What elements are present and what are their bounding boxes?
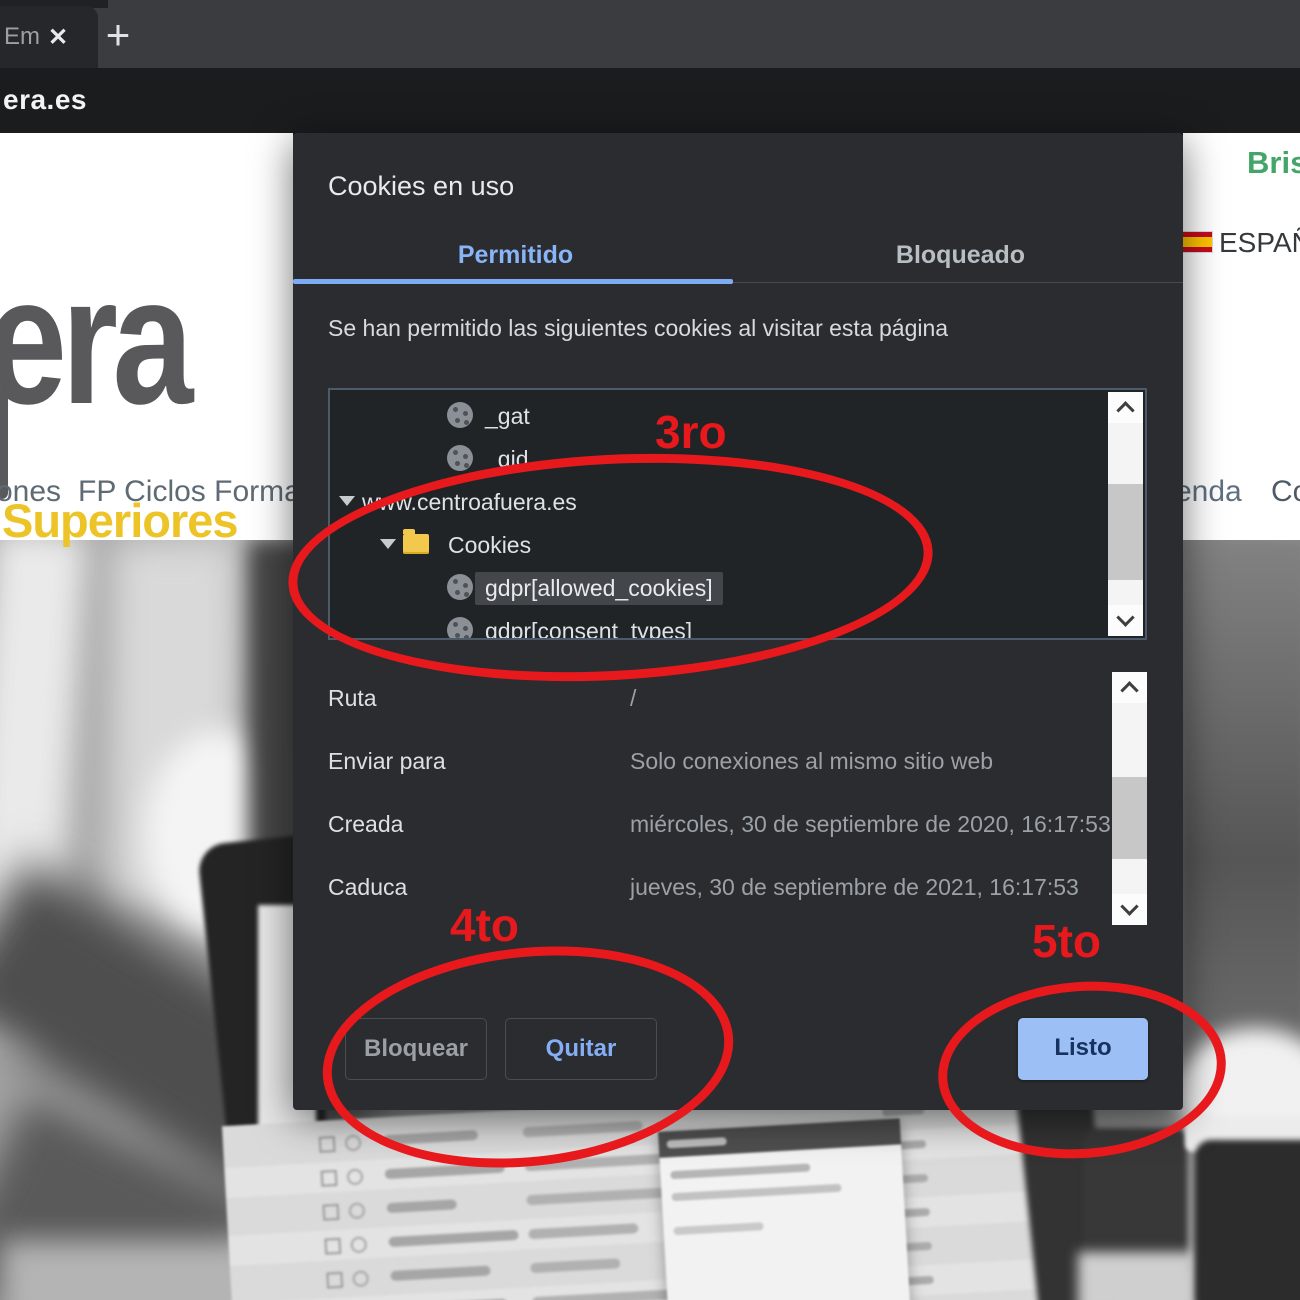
nav-item-right-1[interactable]: enda — [1175, 475, 1242, 509]
browser-tab-strip: Em ✕ + — [0, 0, 1300, 68]
annotation-step-5: 5to — [1032, 914, 1101, 968]
scroll-down-arrow[interactable] — [1108, 605, 1143, 636]
cookie-icon — [447, 402, 473, 428]
tree-row-gat[interactable]: _gat — [330, 396, 1145, 439]
scroll-down-arrow[interactable] — [1112, 894, 1147, 925]
site-logo[interactable]: era — [0, 249, 188, 431]
compose-window — [658, 1118, 910, 1300]
coffee-cup-base — [1078, 1252, 1196, 1300]
photo-dark-shape — [1180, 540, 1300, 1070]
coffee-cup — [1195, 1140, 1300, 1300]
tab-title: Em — [4, 23, 42, 51]
url-text[interactable]: era.es — [3, 84, 87, 116]
expand-arrow-icon[interactable] — [339, 496, 355, 506]
detail-label-creada: Creada — [328, 811, 403, 838]
browser-tab[interactable]: Em ✕ — [0, 6, 98, 68]
detail-value-caduca: jueves, 30 de septiembre de 2021, 16:17:… — [630, 874, 1079, 901]
annotation-step-3: 3ro — [655, 405, 727, 459]
site-header-left: era Superiores ones FP Ciclos Format — [0, 133, 293, 540]
scroll-thumb[interactable] — [1112, 777, 1147, 859]
spain-flag-icon — [1181, 232, 1212, 252]
scroll-up-arrow[interactable] — [1112, 672, 1147, 703]
detail-value-creada: miércoles, 30 de septiembre de 2020, 16:… — [630, 811, 1111, 838]
browser-toolbar: era.es — [0, 68, 1300, 133]
nav-item-right-2[interactable]: Co — [1271, 475, 1300, 509]
tree-row-label: _gat — [485, 403, 530, 430]
tab-bloqueado[interactable]: Bloqueado — [738, 231, 1183, 279]
scroll-thumb[interactable] — [1108, 484, 1143, 580]
screenshot-stage: Em ✕ + era.es — [0, 0, 1300, 1300]
tab-close-icon[interactable]: ✕ — [48, 23, 68, 52]
tree-scrollbar[interactable] — [1108, 392, 1143, 636]
detail-label-enviar: Enviar para — [328, 748, 446, 775]
detail-value-ruta: / — [630, 685, 636, 712]
site-header-right: Bris ESPAÑO enda Co — [1183, 133, 1300, 540]
detail-label-ruta: Ruta — [328, 685, 377, 712]
nav-item-left-1[interactable]: ones — [0, 475, 61, 509]
detail-value-enviar: Solo conexiones al mismo sitio web — [630, 748, 993, 775]
dialog-title: Cookies en uso — [328, 171, 514, 202]
brand-text: Bris — [1247, 145, 1300, 181]
annotation-step-4: 4to — [450, 898, 519, 952]
tab-permitido[interactable]: Permitido — [293, 231, 738, 279]
new-tab-button[interactable]: + — [96, 16, 140, 56]
detail-label-caduca: Caduca — [328, 874, 407, 901]
details-scrollbar[interactable] — [1112, 672, 1147, 925]
language-selector[interactable]: ESPAÑO — [1219, 227, 1300, 259]
nav-item-fp-ciclos[interactable]: FP Ciclos Format — [78, 475, 309, 509]
active-tab-underline — [293, 279, 733, 284]
dialog-description: Se han permitido las siguientes cookies … — [328, 315, 948, 342]
cookie-icon — [447, 445, 473, 471]
scroll-up-arrow[interactable] — [1108, 392, 1143, 423]
